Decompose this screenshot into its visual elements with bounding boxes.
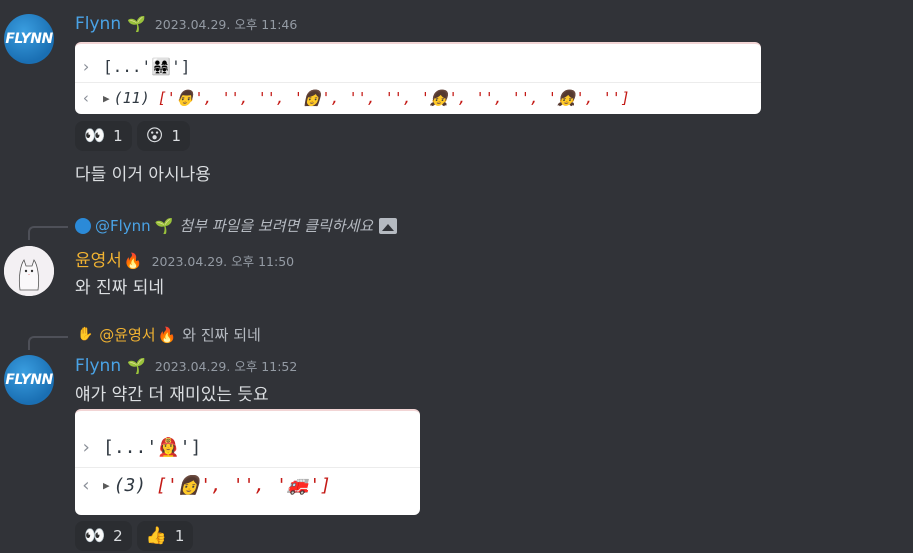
console-input-prefix: [...'	[103, 56, 152, 76]
avatar-text: FLYNN	[5, 372, 53, 388]
reaction-count: 1	[174, 527, 185, 545]
prompt-chevron-icon: ›	[80, 436, 92, 458]
reply-connector	[28, 336, 68, 350]
console-screenshot[interactable]: › [...' 👩‍🚒 '] ‹ ▶ (3) ['👩', '', '🚒']	[75, 409, 420, 515]
username[interactable]: Flynn	[75, 14, 121, 34]
message-text: 얘가 약간 더 재미있는 듯요	[75, 385, 269, 405]
console-input-row: › [...' 👩‍🚒 ']	[75, 433, 420, 461]
console-input-suffix: ']	[179, 436, 202, 458]
console-divider	[75, 467, 420, 468]
message-header: Flynn 🌱 2023.04.29. 오후 11:46	[75, 14, 297, 34]
reply-avatar	[75, 217, 91, 234]
reply-reference[interactable]: ✋ @윤영서 🔥 와 진짜 되네	[77, 324, 261, 345]
timestamp[interactable]: 2023.04.29. 오후 11:52	[155, 356, 298, 375]
reply-reference[interactable]: @Flynn 🌱 첨부 파일을 보려면 클릭하세요	[75, 215, 398, 236]
seedling-icon: 🌱	[127, 15, 146, 33]
surprised-face-icon: 😮	[145, 126, 164, 146]
reaction-count: 1	[113, 127, 123, 145]
fire-icon: 🔥	[123, 252, 143, 270]
avatar[interactable]: FLYNN	[4, 355, 54, 405]
console-output-row: ‹ ▶ (11) ['👨', '‍', '', '👩', '‍', '', '👧…	[75, 86, 761, 110]
console-output-array: ['👨', '‍', '', '👩', '‍', '', '👧', '‍', '…	[157, 89, 630, 107]
console-output-row: ‹ ▶ (3) ['👩', '', '🚒']	[75, 471, 420, 499]
console-input-prefix: [...'	[103, 436, 158, 458]
console-output-count: (11)	[113, 89, 150, 107]
avatar-text: FLYNN	[5, 31, 53, 47]
eyes-icon: 👀	[84, 126, 106, 146]
reaction-eyes[interactable]: 👀 2	[75, 521, 132, 551]
reply-username[interactable]: @Flynn	[95, 217, 151, 235]
console-input-suffix: ']	[171, 56, 191, 76]
expand-triangle-icon[interactable]: ▶	[103, 92, 110, 105]
message-text: 와 진짜 되네	[75, 278, 165, 298]
reply-text[interactable]: 첨부 파일을 보려면 클릭하세요	[179, 215, 373, 236]
username[interactable]: Flynn	[75, 356, 121, 376]
console-input-emoji: 👩‍🚒	[157, 436, 180, 458]
message-text: 다들 이거 아시나용	[75, 165, 211, 185]
console-screenshot[interactable]: › [...' 👨‍👩‍👧‍👧 '] ‹ ▶ (11) ['👨', '‍', '',…	[75, 42, 761, 114]
console-input-emoji: 👨‍👩‍👧‍👧	[151, 56, 172, 76]
reaction-eyes[interactable]: 👀 1	[75, 121, 132, 151]
reply-connector	[28, 226, 68, 240]
return-arrow-icon: ‹	[80, 474, 92, 496]
message-header: Flynn 🌱 2023.04.29. 오후 11:52	[75, 356, 297, 376]
reaction-count: 1	[171, 127, 181, 145]
hand-avatar-icon: ✋	[77, 327, 94, 342]
avatar[interactable]: FLYNN	[4, 14, 54, 64]
reaction-count: 2	[113, 527, 123, 545]
avatar[interactable]	[4, 246, 54, 296]
reactions: 👀 1 😮 1	[75, 121, 190, 151]
console-input-row: › [...' 👨‍👩‍👧‍👧 ']	[75, 54, 761, 78]
timestamp[interactable]: 2023.04.29. 오후 11:46	[155, 14, 298, 33]
expand-triangle-icon[interactable]: ▶	[103, 479, 110, 492]
message-header: 윤영서 🔥 2023.04.29. 오후 11:50	[75, 246, 294, 271]
eyes-icon: 👀	[84, 526, 106, 546]
seedling-icon: 🌱	[154, 216, 174, 235]
seedling-icon: 🌱	[127, 357, 146, 375]
reactions: 👀 2 👍 1	[75, 521, 194, 551]
console-output-count: (3)	[113, 474, 147, 496]
thumbs-up-icon: 👍	[145, 526, 167, 546]
console-output-array: ['👩', '', '🚒']	[156, 474, 332, 496]
console-divider	[75, 82, 761, 83]
prompt-chevron-icon: ›	[81, 56, 91, 76]
fire-icon: 🔥	[157, 325, 177, 344]
cat-avatar-image	[4, 246, 54, 296]
timestamp[interactable]: 2023.04.29. 오후 11:50	[152, 251, 295, 270]
reaction-surprised[interactable]: 😮 1	[136, 121, 190, 151]
return-arrow-icon: ‹	[81, 89, 91, 107]
reaction-thumbs-up[interactable]: 👍 1	[136, 521, 194, 551]
reply-username[interactable]: @윤영서	[99, 324, 155, 345]
image-icon	[379, 217, 398, 234]
reply-text[interactable]: 와 진짜 되네	[182, 324, 261, 345]
username[interactable]: 윤영서	[75, 246, 122, 271]
